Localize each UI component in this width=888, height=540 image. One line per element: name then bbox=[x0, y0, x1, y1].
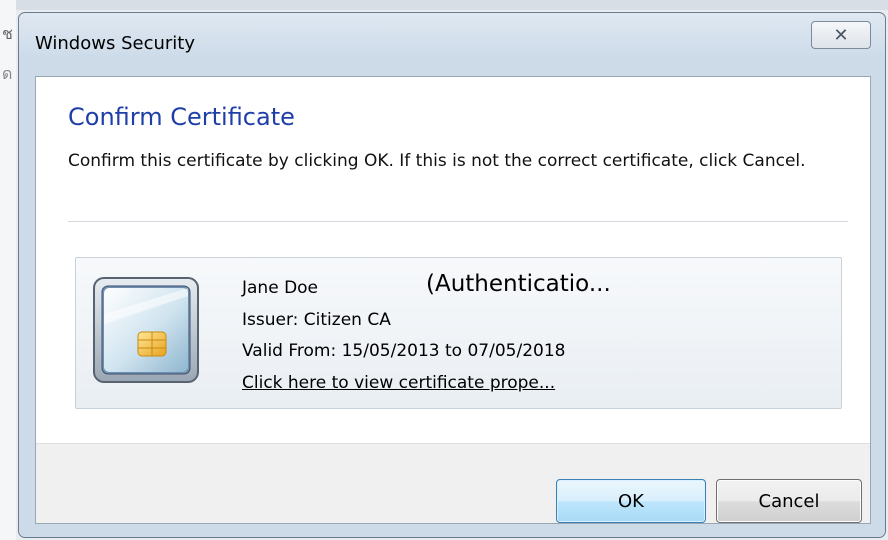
cancel-button[interactable]: Cancel bbox=[716, 479, 862, 523]
button-bar: OK Cancel bbox=[36, 443, 870, 523]
divider bbox=[68, 221, 848, 222]
content-area: Confirm Certificate Confirm this certifi… bbox=[36, 77, 870, 443]
windows-security-dialog: Windows Security ✕ Confirm Certificate C… bbox=[18, 12, 886, 538]
certificate-tile[interactable]: Jane Doe (Authenticatio... Issuer: Citiz… bbox=[75, 257, 842, 409]
window-title: Windows Security bbox=[35, 33, 195, 54]
view-certificate-properties-link[interactable]: Click here to view certificate prope... bbox=[242, 373, 555, 393]
title-bar[interactable]: Windows Security ✕ bbox=[19, 13, 885, 73]
ok-button[interactable]: OK bbox=[556, 479, 706, 523]
background-glyph: ด bbox=[2, 64, 13, 83]
smart-card-icon bbox=[93, 277, 199, 383]
certificate-validity: Valid From: 15/05/2013 to 07/05/2018 bbox=[242, 341, 566, 361]
certificate-type: (Authenticatio... bbox=[426, 271, 611, 297]
background-glyph: ช bbox=[2, 24, 13, 43]
close-icon: ✕ bbox=[833, 24, 849, 46]
dialog-description: Confirm this certificate by clicking OK.… bbox=[68, 151, 806, 171]
dialog-heading: Confirm Certificate bbox=[68, 103, 295, 131]
dialog-client-area: Confirm Certificate Confirm this certifi… bbox=[35, 76, 871, 524]
certificate-issuer: Issuer: Citizen CA bbox=[242, 310, 391, 330]
close-button[interactable]: ✕ bbox=[811, 21, 871, 49]
background-strip bbox=[0, 0, 888, 10]
certificate-holder-name: Jane Doe bbox=[242, 278, 319, 298]
